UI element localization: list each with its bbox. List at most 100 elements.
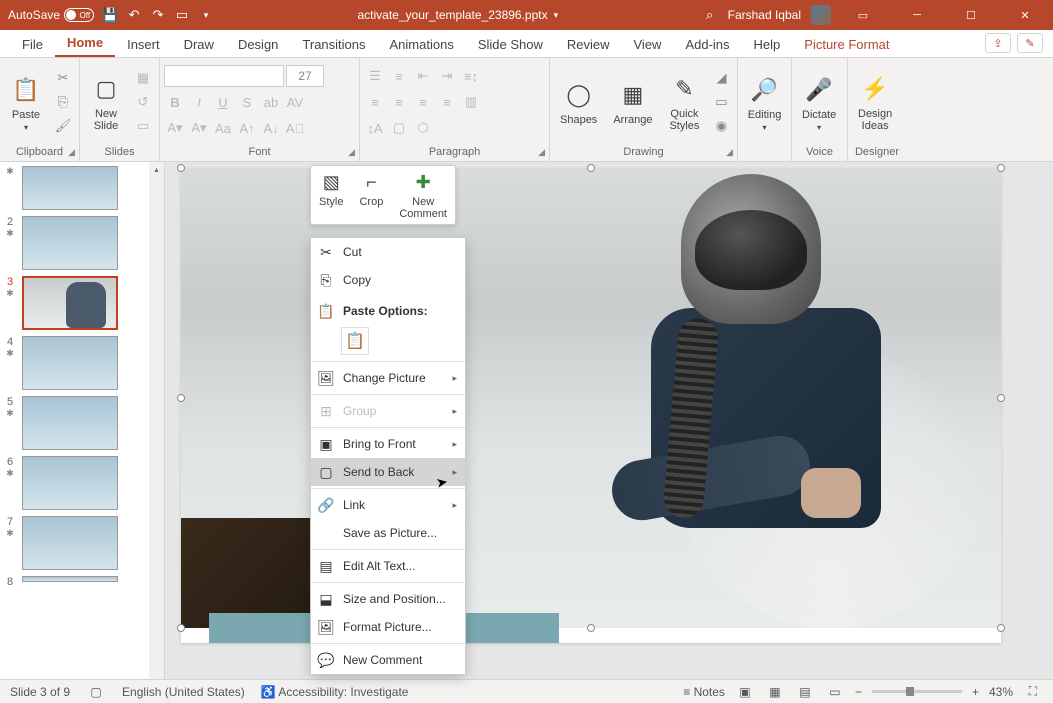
- slide-counter[interactable]: Slide 3 of 9: [10, 685, 70, 699]
- qat-dropdown-icon[interactable]: ▾: [198, 7, 214, 23]
- shape-effects-icon[interactable]: ◉: [710, 115, 732, 137]
- smartart-icon: ⬡: [412, 117, 434, 139]
- dictate-button[interactable]: 🎤Dictate▾: [796, 71, 842, 134]
- user-avatar[interactable]: [811, 5, 831, 25]
- selection-handle[interactable]: [177, 164, 185, 172]
- accessibility-status[interactable]: ♿ Accessibility: Investigate: [261, 685, 409, 699]
- zoom-slider[interactable]: [872, 690, 962, 693]
- slide-thumbnail[interactable]: 2✱: [4, 216, 146, 270]
- close-button[interactable]: ✕: [1003, 0, 1047, 30]
- slide-sorter-icon[interactable]: ▦: [765, 684, 785, 700]
- clipboard-launcher-icon[interactable]: ◢: [68, 147, 75, 158]
- shape-outline-icon[interactable]: ▭: [710, 91, 732, 113]
- slide-thumbnail[interactable]: ✱: [4, 166, 146, 210]
- menu-format-picture[interactable]: 🖼Format Picture...: [311, 613, 465, 641]
- tab-animations[interactable]: Animations: [378, 31, 466, 57]
- tab-file[interactable]: File: [10, 31, 55, 57]
- title-dropdown-icon[interactable]: ▾: [554, 10, 559, 21]
- font-launcher-icon[interactable]: ◢: [348, 147, 355, 158]
- share-button[interactable]: ⇪: [985, 33, 1011, 53]
- tab-draw[interactable]: Draw: [172, 31, 226, 57]
- menu-cut[interactable]: ✂Cut: [311, 238, 465, 266]
- copy-icon[interactable]: ⎘: [52, 91, 74, 113]
- selection-handle[interactable]: [177, 624, 185, 632]
- notes-toggle[interactable]: ≡ Notes: [683, 685, 725, 699]
- selection-handle[interactable]: [587, 624, 595, 632]
- paste-option-keep-text[interactable]: 📋: [341, 327, 369, 355]
- shape-fill-icon[interactable]: ◢: [710, 67, 732, 89]
- slide-thumbnail[interactable]: 7✱: [4, 516, 146, 570]
- start-from-beginning-icon[interactable]: ▭: [174, 7, 190, 23]
- menu-change-picture[interactable]: 🖼Change Picture▸: [311, 364, 465, 392]
- normal-view-icon[interactable]: ▣: [735, 684, 755, 700]
- autosave-toggle[interactable]: AutoSave Off: [8, 8, 94, 22]
- scroll-up-icon[interactable]: ▴: [149, 162, 164, 177]
- arrange-button[interactable]: ▦Arrange: [607, 76, 658, 128]
- thumbnail-scrollbar[interactable]: ▴: [149, 162, 164, 679]
- language-label[interactable]: English (United States): [122, 685, 245, 699]
- comments-button[interactable]: ✎: [1017, 33, 1043, 53]
- cut-icon[interactable]: ✂: [52, 67, 74, 89]
- selection-handle[interactable]: [177, 394, 185, 402]
- search-icon[interactable]: ⌕: [702, 7, 718, 23]
- slide-canvas[interactable]: [181, 168, 1001, 643]
- selection-handle[interactable]: [997, 624, 1005, 632]
- menu-copy[interactable]: ⎘Copy: [311, 266, 465, 294]
- autosave-switch[interactable]: Off: [64, 8, 94, 22]
- tab-review[interactable]: Review: [555, 31, 622, 57]
- tab-help[interactable]: Help: [742, 31, 793, 57]
- picture-style-button[interactable]: ▧Style: [311, 166, 351, 224]
- save-icon[interactable]: 💾: [102, 7, 118, 23]
- slide-thumbnail[interactable]: 8: [4, 576, 146, 588]
- menu-save-as-picture[interactable]: Save as Picture...: [311, 519, 465, 547]
- shapes-button[interactable]: ◯Shapes: [554, 76, 603, 128]
- selection-handle[interactable]: [997, 164, 1005, 172]
- tab-slideshow[interactable]: Slide Show: [466, 31, 555, 57]
- slide-thumbnail[interactable]: 5✱: [4, 396, 146, 450]
- design-ideas-button[interactable]: ⚡Design Ideas: [852, 70, 898, 134]
- spellcheck-icon[interactable]: ▢: [86, 684, 106, 700]
- new-slide-button[interactable]: ▢ New Slide: [84, 70, 128, 134]
- quick-styles-button[interactable]: ✎Quick Styles: [662, 70, 706, 134]
- selected-picture[interactable]: [181, 168, 1001, 628]
- undo-icon[interactable]: ↶: [126, 7, 142, 23]
- tab-design[interactable]: Design: [226, 31, 290, 57]
- fit-to-window-icon[interactable]: ⛶: [1023, 684, 1043, 700]
- slide-thumbnail-selected[interactable]: 3✱: [4, 276, 146, 330]
- menu-new-comment[interactable]: 💬New Comment: [311, 646, 465, 674]
- slideshow-view-icon[interactable]: ▭: [825, 684, 845, 700]
- menu-size-position[interactable]: ⬓Size and Position...: [311, 585, 465, 613]
- menu-link[interactable]: 🔗Link▸: [311, 491, 465, 519]
- strike-icon: S: [236, 91, 258, 113]
- zoom-level[interactable]: 43%: [989, 685, 1013, 699]
- format-painter-icon[interactable]: 🖌: [52, 115, 74, 137]
- new-comment-button[interactable]: ✚New Comment: [391, 166, 455, 224]
- maximize-button[interactable]: ☐: [949, 0, 993, 30]
- tab-home[interactable]: Home: [55, 29, 115, 57]
- selection-handle[interactable]: [587, 164, 595, 172]
- minimize-button[interactable]: ─: [895, 0, 939, 30]
- editing-button[interactable]: 🔎Editing▾: [742, 71, 787, 134]
- tab-transitions[interactable]: Transitions: [290, 31, 377, 57]
- reading-view-icon[interactable]: ▤: [795, 684, 815, 700]
- slide-editor[interactable]: [165, 162, 1053, 679]
- paragraph-launcher-icon[interactable]: ◢: [538, 147, 545, 158]
- selection-handle[interactable]: [997, 394, 1005, 402]
- zoom-out-button[interactable]: −: [855, 685, 862, 699]
- tab-view[interactable]: View: [622, 31, 674, 57]
- tab-addins[interactable]: Add-ins: [673, 31, 741, 57]
- paste-button[interactable]: 📋 Paste ▾: [4, 71, 48, 134]
- change-picture-icon: 🖼: [317, 369, 335, 387]
- slide-thumbnail[interactable]: 4✱: [4, 336, 146, 390]
- tab-insert[interactable]: Insert: [115, 31, 172, 57]
- redo-icon[interactable]: ↷: [150, 7, 166, 23]
- ribbon-display-icon[interactable]: ▭: [841, 0, 885, 30]
- menu-bring-to-front[interactable]: ▣Bring to Front▸: [311, 430, 465, 458]
- menu-edit-alt-text[interactable]: ▤Edit Alt Text...: [311, 552, 465, 580]
- slide-thumbnail[interactable]: 6✱: [4, 456, 146, 510]
- tab-picture-format[interactable]: Picture Format: [792, 31, 901, 57]
- zoom-in-button[interactable]: +: [972, 685, 979, 699]
- crop-button[interactable]: ⌐Crop: [351, 166, 391, 224]
- spacing-icon: AV: [284, 91, 306, 113]
- drawing-launcher-icon[interactable]: ◢: [726, 147, 733, 158]
